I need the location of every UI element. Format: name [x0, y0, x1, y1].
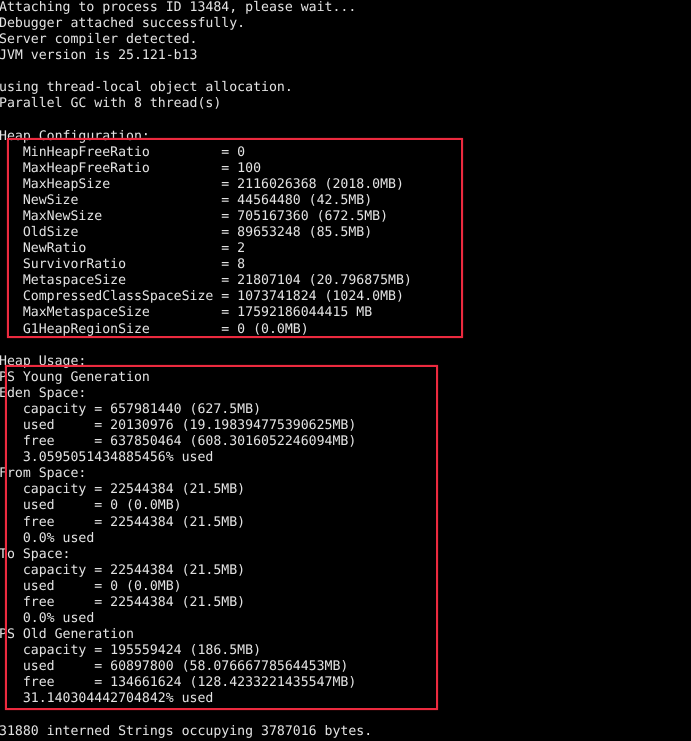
console-output-text: Attaching to process ID 13484, please wa… — [0, 0, 412, 739]
console-window[interactable]: Attaching to process ID 13484, please wa… — [0, 0, 691, 741]
